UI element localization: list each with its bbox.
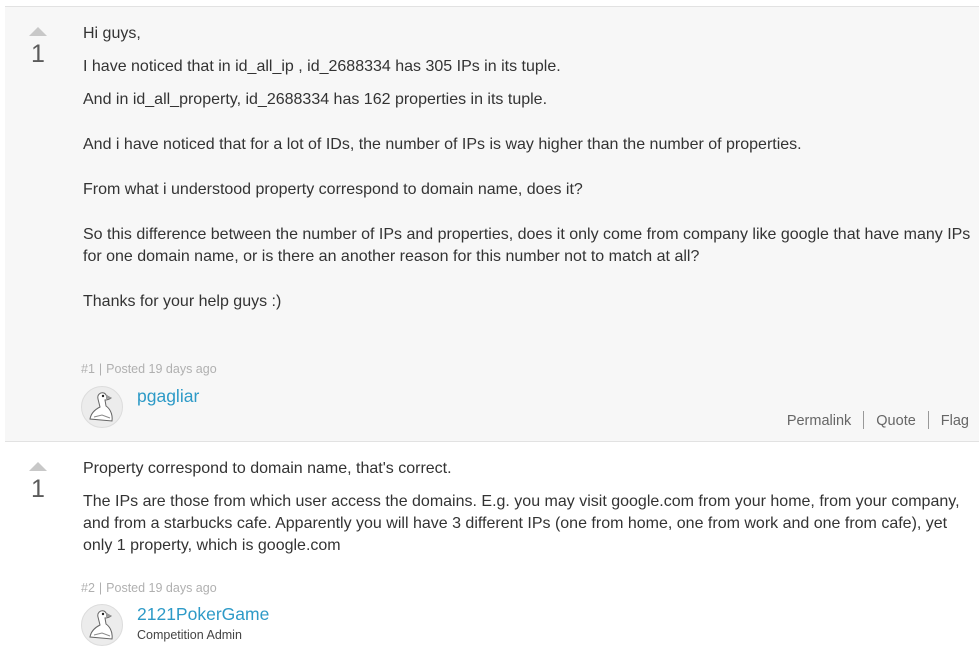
forum-post: 1 Hi guys, I have noticed that in id_all… xyxy=(5,6,979,442)
post-paragraph: I have noticed that in id_all_ip , id_26… xyxy=(83,58,561,75)
post-paragraph: Property correspond to domain name, that… xyxy=(83,460,452,477)
author-username[interactable]: pgagliar xyxy=(137,386,199,407)
vote-count: 1 xyxy=(31,475,45,503)
action-divider xyxy=(863,411,865,429)
quote-link[interactable]: Quote xyxy=(876,413,916,429)
meta-separator: | xyxy=(98,362,103,376)
post-meta: #2 | Posted 19 days ago xyxy=(81,581,217,595)
vote-widget: 1 xyxy=(27,462,49,503)
post-paragraph: Thanks for your help guys :) xyxy=(83,293,282,310)
forum-post: 1 Property correspond to domain name, th… xyxy=(5,443,979,660)
author-role: Competition Admin xyxy=(137,628,242,642)
post-actions: Permalink Quote Flag xyxy=(787,411,969,429)
action-divider xyxy=(927,411,929,429)
post-number[interactable]: #1 xyxy=(81,362,95,376)
vote-count: 1 xyxy=(31,40,45,68)
meta-separator: | xyxy=(98,581,103,595)
forum-thread: 1 Hi guys, I have noticed that in id_all… xyxy=(0,0,979,660)
post-timestamp: Posted 19 days ago xyxy=(106,362,217,376)
post-meta: #1 | Posted 19 days ago xyxy=(81,362,217,376)
post-paragraph: And in id_all_property, id_2688334 has 1… xyxy=(83,91,548,108)
goose-avatar-icon[interactable] xyxy=(81,604,123,646)
post-paragraph: From what i understood property correspo… xyxy=(83,181,583,198)
author-username[interactable]: 2121PokerGame xyxy=(137,604,269,625)
upvote-arrow-icon[interactable] xyxy=(29,462,47,471)
post-paragraph: Hi guys, xyxy=(83,25,141,42)
upvote-arrow-icon[interactable] xyxy=(29,27,47,36)
post-body: Hi guys, I have noticed that in id_all_i… xyxy=(83,23,971,324)
goose-avatar-icon[interactable] xyxy=(81,386,123,428)
permalink-link[interactable]: Permalink xyxy=(787,413,851,429)
post-number[interactable]: #2 xyxy=(81,581,95,595)
post-paragraph: The IPs are those from which user access… xyxy=(83,493,960,554)
post-paragraph: So this difference between the number of… xyxy=(83,226,971,265)
post-body: Property correspond to domain name, that… xyxy=(83,458,971,568)
flag-link[interactable]: Flag xyxy=(941,413,969,429)
vote-widget: 1 xyxy=(27,27,49,68)
post-timestamp: Posted 19 days ago xyxy=(106,581,217,595)
post-paragraph: And i have noticed that for a lot of IDs… xyxy=(83,136,802,153)
